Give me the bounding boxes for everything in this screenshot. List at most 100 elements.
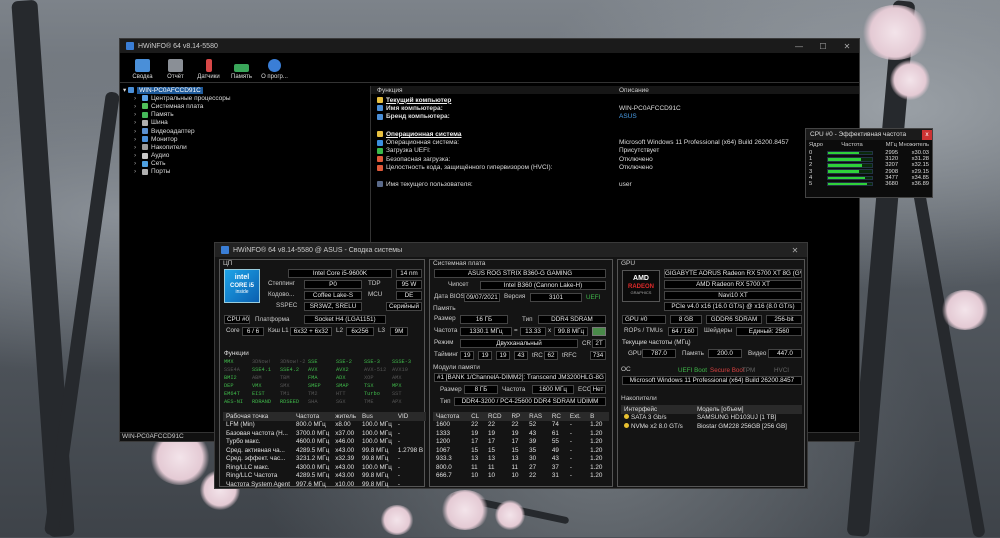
detail-row[interactable]: Безопасная загрузка: Отключено — [371, 155, 859, 163]
blossom — [440, 490, 490, 530]
expand-chevron-icon[interactable]: › — [134, 168, 142, 175]
tree-item[interactable]: › Накопители — [120, 143, 370, 151]
tree-item[interactable]: › Монитор — [120, 135, 370, 143]
memory-module-select[interactable]: #1 [BANK 1/ChannelA-DIMM2]: Transcend JM… — [434, 373, 606, 382]
row-icon — [377, 131, 383, 138]
frequency-bar-fill — [827, 182, 867, 186]
expand-chevron-icon[interactable]: › — [134, 136, 142, 143]
about-button[interactable]: О прогр... — [258, 59, 291, 82]
expand-chevron-icon[interactable]: › — [134, 128, 142, 135]
expand-chevron-icon[interactable]: › — [134, 119, 142, 126]
report-button[interactable]: Отчёт — [159, 59, 192, 82]
row-icon — [377, 181, 383, 188]
detail-row[interactable]: Имя текущего пользователя: user — [371, 180, 859, 188]
os-flag: UEFI Boot — [678, 367, 708, 374]
minimize-button[interactable]: — — [787, 42, 811, 51]
op-cell: 100.0 МГц — [362, 438, 392, 446]
cpu-feature-flag: SST — [392, 391, 402, 397]
timing-header: RC — [548, 412, 567, 421]
freq-window-title: CPU #0 - Эффективная частота — [810, 131, 907, 138]
op-cell: 1.2798 В — [397, 446, 424, 454]
expand-chevron-icon[interactable]: › — [134, 160, 142, 167]
detail-row[interactable] — [371, 172, 859, 180]
storage-header: Интерфейс — [621, 405, 694, 414]
os-flag: TPM — [742, 367, 756, 374]
op-header[interactable]: Bus — [359, 412, 395, 421]
summary-close-button[interactable]: ✕ — [783, 246, 807, 255]
cpu-panel: ЦП intel CORE i5 inside Intel Core i5-96… — [219, 259, 427, 489]
detail-row[interactable]: Загрузка UEFI: Присутствует — [371, 147, 859, 155]
cpu-stepping: P0 — [304, 280, 362, 289]
summary-button[interactable]: Сводка — [126, 59, 159, 82]
tree-item[interactable]: › Шина — [120, 119, 370, 127]
column-description[interactable]: Описание — [619, 87, 649, 94]
timing-cell: 19 — [487, 429, 495, 437]
detail-row[interactable] — [371, 121, 859, 129]
tree-item[interactable]: › Порты — [120, 168, 370, 176]
tree-item[interactable]: › Центральные процессоры — [120, 94, 370, 102]
amd-radeon-logo: AMD RADEON GRAPHICS — [622, 270, 660, 302]
row-icon — [377, 139, 383, 146]
row-icon — [377, 113, 383, 120]
expand-chevron-icon[interactable]: › — [134, 103, 142, 110]
tree-item-label: Память — [151, 111, 174, 119]
memory-icon — [234, 64, 249, 72]
freq-close-button[interactable]: x — [922, 129, 932, 140]
os-name: Microsoft Windows 11 Professional (x64) … — [622, 376, 802, 385]
tree-item[interactable]: › Видеоадаптер — [120, 127, 370, 135]
detail-row[interactable]: Имя компьютера: WIN-PC0AFCCD91C — [371, 104, 859, 112]
tree-trunk — [906, 151, 986, 538]
tree-item[interactable]: › Аудио — [120, 152, 370, 160]
op-cell: 100.0 МГц — [362, 463, 392, 471]
op-header[interactable]: житель — [332, 412, 360, 421]
timing-cell: - — [569, 429, 573, 437]
timing-cell: - — [569, 472, 573, 480]
timing-cell: 49 — [551, 446, 559, 454]
expand-chevron-icon[interactable]: › — [134, 152, 142, 159]
bios-date: 09/07/2021 — [464, 293, 500, 302]
tree-item[interactable]: › Системная плата — [120, 102, 370, 110]
table-row: 933.3 13 13 13 30 43 - 1.20 — [433, 455, 609, 464]
cpu-feature-flag: RDSEED — [280, 399, 300, 405]
gpu-select[interactable]: GPU #0 — [622, 315, 666, 324]
op-header[interactable]: Частота — [292, 412, 333, 421]
freq-header: Множитель — [898, 142, 929, 148]
expand-chevron-icon[interactable]: › — [134, 144, 142, 151]
table-row: LFM (Min) 800.0 МГц x8.00 100.0 МГц - — [223, 421, 426, 430]
expand-chevron-icon[interactable]: › — [134, 111, 142, 118]
gpu-video-clock: 447.0 — [768, 349, 802, 358]
timing-cell: 1.20 — [590, 421, 603, 429]
function-label: Бренд компьютера: — [386, 113, 450, 121]
cpu-codename: Coffee Lake-S — [304, 291, 362, 300]
operating-points-table: Рабочая точка Частота житель Bus VID LFM (Mi… — [223, 412, 427, 489]
detail-row[interactable]: Операционная система: Microsoft Windows 1… — [371, 138, 859, 146]
table-row[interactable]: SATA 3 Gb/s SAMSUNG HD103UJ [1 TB] — [621, 414, 802, 423]
tree-item[interactable]: › Память — [120, 111, 370, 119]
op-header[interactable]: Рабочая точка — [223, 412, 293, 421]
detail-row[interactable]: Целостность кода, защищённого гипервизор… — [371, 163, 859, 171]
detail-row[interactable]: Операционная система — [371, 130, 859, 138]
detail-row[interactable]: Бренд компьютера: ASUS — [371, 113, 859, 121]
interface-label: SATA 3 Gb/s — [631, 414, 667, 422]
timing-cell: 74 — [551, 421, 559, 429]
memory-button[interactable]: Память — [225, 59, 258, 82]
tree-item[interactable]: › Сеть — [120, 160, 370, 168]
timing-cell: 1.20 — [590, 463, 603, 471]
table-row[interactable]: NVMe x2 8.0 GT/s Biostar GM228 256GB [256… — [621, 422, 802, 431]
sensors-button[interactable]: Датчики — [192, 59, 225, 82]
device-icon — [142, 144, 148, 151]
timing-cell: 15 — [471, 446, 479, 454]
cpu-feature-flag: RDRAND — [252, 399, 272, 405]
expand-chevron-icon[interactable]: › — [134, 95, 142, 102]
cpu-select[interactable]: CPU #0 — [224, 315, 250, 324]
row-icon — [377, 156, 383, 163]
column-function[interactable]: Функция — [371, 87, 619, 94]
op-cell: 99.8 МГц — [362, 472, 389, 480]
device-icon — [142, 103, 148, 110]
detail-row[interactable]: Текущий компьютер — [371, 96, 859, 104]
gpu-memory: 8 GB — [670, 315, 702, 324]
op-header[interactable]: VID — [394, 412, 427, 421]
tree-root[interactable]: ▾ WIN-PC0AFCCD91C — [120, 86, 370, 94]
close-button[interactable]: ✕ — [835, 42, 859, 51]
maximize-button[interactable]: ☐ — [811, 42, 835, 51]
